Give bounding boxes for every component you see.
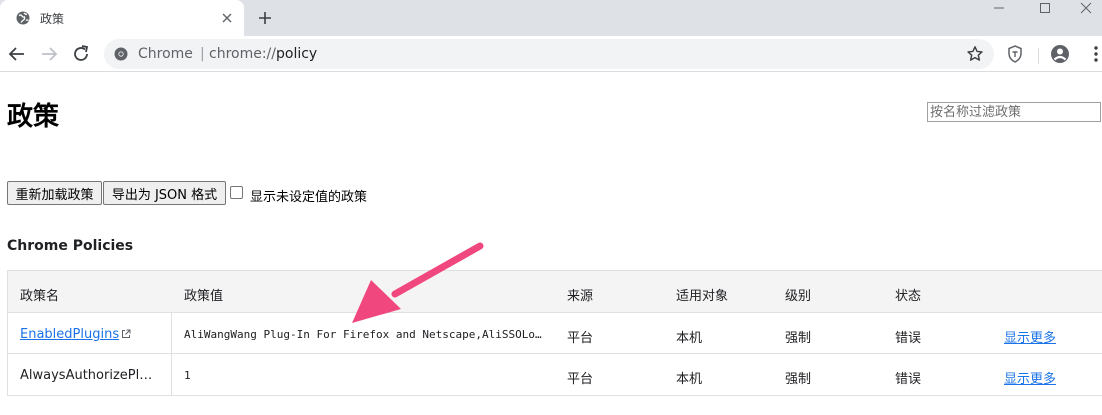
policy-table: 政策名 政策值 来源 适用对象 级别 状态 EnabledPlugins Ali… (7, 270, 1102, 396)
minimize-icon (994, 7, 1004, 9)
export-json-button[interactable]: 导出为 JSON 格式 (103, 181, 226, 205)
policy-value-cell: 1 (184, 369, 191, 382)
header-level: 级别 (785, 289, 812, 304)
address-bar[interactable]: Chrome | chrome://policy (104, 39, 994, 69)
url-text: chrome://policy (209, 46, 317, 62)
policy-level-cell: 强制 (785, 331, 812, 346)
tab-policy[interactable]: 政策 (0, 0, 244, 36)
show-unset-label: 显示未设定值的政策 (250, 190, 368, 205)
chrome-logo-icon (114, 47, 128, 61)
policy-scope-cell: 本机 (676, 372, 703, 387)
reload-icon[interactable] (70, 43, 92, 65)
minimize-button[interactable] (976, 0, 1022, 28)
window-close-icon (1080, 2, 1092, 14)
show-more-link[interactable]: 显示更多 (1004, 368, 1056, 387)
back-arrow-icon[interactable] (6, 43, 28, 65)
chrome-globe-icon (16, 11, 30, 25)
header-status: 状态 (895, 289, 922, 304)
more-vert-icon[interactable] (1086, 44, 1102, 64)
policy-status-cell: 错误 (895, 372, 922, 387)
reload-policies-button[interactable]: 重新加载政策 (7, 181, 102, 205)
forward-arrow-icon[interactable] (38, 43, 60, 65)
section-title: Chrome Policies (7, 238, 134, 254)
toolbar-divider (1038, 48, 1039, 64)
policy-filter-input[interactable] (927, 102, 1101, 122)
header-policy-name: 政策名 (20, 289, 60, 304)
policy-source-cell: 平台 (567, 372, 594, 387)
tab-title: 政策 (40, 12, 65, 26)
policy-level-cell: 强制 (785, 372, 812, 387)
table-row: AlwaysAuthorizePlugins 1 平台 本机 强制 错误 显示更… (8, 354, 1102, 395)
account-avatar-icon[interactable] (1050, 44, 1070, 64)
url-scheme: chrome:// (209, 46, 276, 62)
policy-name-link[interactable]: EnabledPlugins (20, 327, 119, 342)
url-site-label: Chrome (138, 46, 193, 62)
external-link-icon[interactable] (121, 329, 131, 339)
header-scope: 适用对象 (676, 289, 729, 304)
policy-scope-cell: 本机 (676, 331, 703, 346)
window-close-button[interactable] (1068, 0, 1102, 28)
table-row: EnabledPlugins AliWangWang Plug-In For F… (8, 313, 1102, 354)
browser-toolbar: Chrome | chrome://policy (0, 36, 1102, 72)
page-title: 政策 (7, 102, 60, 132)
policy-source-cell: 平台 (567, 331, 594, 346)
url-host: policy (276, 46, 318, 62)
policy-value-cell: AliWangWang Plug-In For Firefox and Nets… (184, 328, 544, 341)
policy-name-cell: AlwaysAuthorizePlugins (20, 368, 160, 383)
bookmark-star-icon[interactable] (966, 45, 984, 63)
show-unset-checkbox[interactable] (230, 186, 243, 199)
show-more-link[interactable]: 显示更多 (1004, 327, 1056, 346)
table-header: 政策名 政策值 来源 适用对象 级别 状态 (8, 271, 1102, 313)
header-source: 来源 (567, 289, 594, 304)
policy-status-cell: 错误 (895, 331, 922, 346)
close-icon[interactable] (220, 11, 234, 25)
maximize-icon (1040, 3, 1050, 13)
maximize-button[interactable] (1022, 0, 1068, 28)
plus-icon[interactable] (256, 9, 274, 27)
header-policy-value: 政策值 (184, 289, 224, 304)
tab-strip: 政策 (0, 0, 1102, 36)
policy-name-cell: EnabledPlugins (20, 327, 166, 342)
url-separator: | (200, 46, 205, 62)
extension-shield-icon[interactable] (1005, 44, 1025, 64)
